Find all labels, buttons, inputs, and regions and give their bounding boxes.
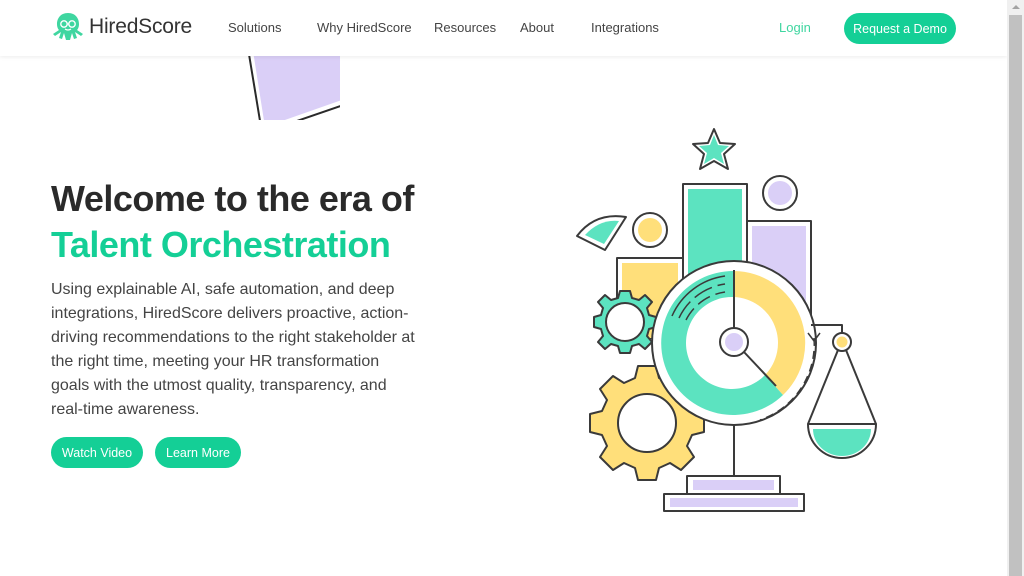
hero-title-accent: Talent Orchestration [51, 224, 391, 265]
nav-integrations[interactable]: Integrations [591, 20, 659, 35]
octopus-icon [53, 13, 83, 40]
gear-green-icon [593, 290, 657, 354]
scroll-up-arrow-icon[interactable] [1007, 0, 1024, 14]
circle-yellow [632, 212, 668, 248]
request-demo-button[interactable]: Request a Demo [844, 13, 956, 44]
hero-title-line1: Welcome to the era of [51, 178, 414, 219]
balance-scale-icon [807, 324, 877, 459]
hero-title: Welcome to the era of Talent Orchestrati… [51, 176, 414, 268]
login-link[interactable]: Login [779, 20, 811, 35]
hero-description: Using explainable AI, safe automation, a… [51, 281, 415, 418]
learn-more-button[interactable]: Learn More [155, 437, 241, 468]
watch-video-button[interactable]: Watch Video [51, 437, 143, 468]
nav-about[interactable]: About [520, 20, 554, 35]
stand-base [663, 475, 805, 512]
scrollbar-thumb[interactable] [1009, 15, 1022, 576]
nav-solutions[interactable]: Solutions [228, 20, 281, 35]
pie-wedge [576, 215, 627, 251]
nav-resources[interactable]: Resources [434, 20, 496, 35]
navbar: HiredScore Solutions Why HiredScore Reso… [0, 0, 1007, 56]
star-icon [692, 128, 736, 170]
hero-illustration [576, 128, 877, 512]
logo[interactable]: HiredScore [51, 11, 192, 43]
logo-text: HiredScore [89, 15, 193, 38]
circle-purple [762, 175, 798, 211]
nav-why-hiredscore[interactable]: Why HiredScore [317, 20, 412, 35]
vertical-scrollbar[interactable] [1007, 0, 1024, 576]
page: HiredScore Solutions Why HiredScore Reso… [0, 0, 1007, 576]
